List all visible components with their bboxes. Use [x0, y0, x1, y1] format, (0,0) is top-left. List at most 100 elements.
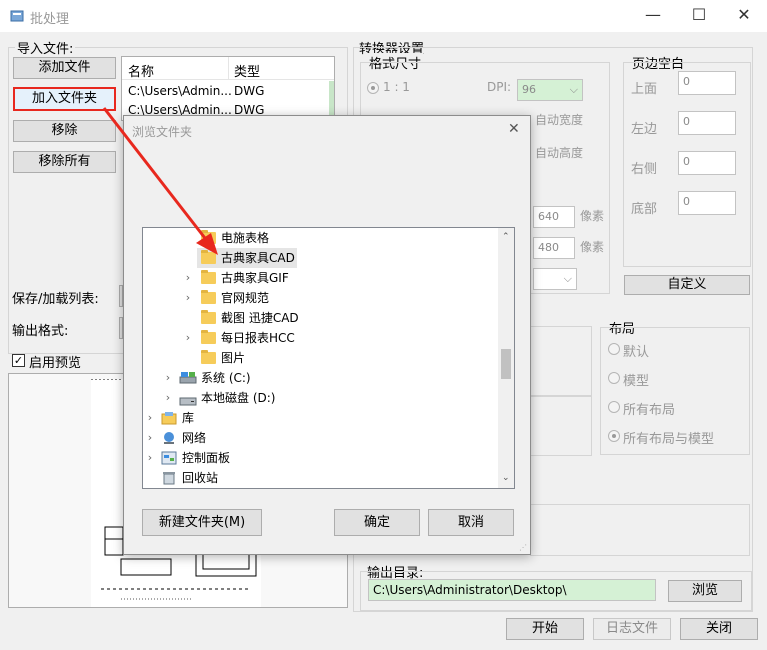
folder-tree[interactable]: 电施表格 古典家具CAD › 古典家具GIF › 官网规范 截图 迅捷CAD ›…: [142, 227, 515, 489]
chevron-right-icon[interactable]: ›: [163, 388, 173, 408]
folder-icon: [201, 250, 216, 264]
tree-item[interactable]: › 系统 (C:): [143, 368, 499, 388]
column-header-name[interactable]: 名称: [128, 61, 154, 80]
margin-right-label: 右侧: [631, 162, 658, 177]
start-button[interactable]: 开始: [506, 618, 584, 640]
remove-all-button[interactable]: 移除所有: [13, 151, 116, 173]
chevron-up-icon[interactable]: ⌃: [502, 232, 510, 242]
folder-icon: [201, 270, 216, 284]
auto-width-label: 自动宽度: [535, 113, 584, 127]
add-file-button[interactable]: 添加文件: [13, 57, 116, 79]
chevron-right-icon[interactable]: ›: [183, 328, 193, 348]
tree-item[interactable]: 回收站: [143, 468, 499, 488]
folder-icon: [201, 290, 216, 304]
chevron-down-icon: ⌵: [563, 272, 572, 285]
layout-model-radio[interactable]: [608, 372, 620, 384]
layout-default-label: 默认: [623, 345, 650, 360]
close-button[interactable]: ✕: [721, 0, 767, 32]
tree-item[interactable]: › 古典家具GIF: [143, 268, 499, 288]
dialog-close-icon[interactable]: ✕: [508, 121, 520, 137]
dpi-value: 96: [522, 83, 536, 96]
chevron-right-icon[interactable]: ›: [183, 268, 193, 288]
height-input[interactable]: 480: [533, 237, 575, 259]
ok-button[interactable]: 确定: [334, 509, 420, 536]
chevron-right-icon[interactable]: ›: [163, 368, 173, 388]
folder-icon: [201, 350, 216, 364]
minimize-button[interactable]: —: [630, 0, 676, 32]
layout-model-label: 模型: [623, 374, 650, 389]
import-group-label: 导入文件:: [15, 38, 76, 57]
file-name-cell: C:\Users\Admin...: [128, 84, 232, 98]
file-type-cell: DWG: [234, 84, 265, 98]
tree-item-label: 古典家具CAD: [221, 251, 295, 265]
tree-item-label: 官网规范: [221, 291, 270, 305]
tree-item[interactable]: › 库: [143, 408, 499, 428]
scrollbar-thumb[interactable]: [501, 349, 511, 379]
color-frame: [530, 326, 592, 396]
maximize-button[interactable]: ☐: [676, 0, 722, 32]
tree-item[interactable]: 图片: [143, 348, 499, 368]
tree-item[interactable]: › 网络: [143, 428, 499, 448]
resize-grip-icon[interactable]: ⋰: [519, 544, 528, 553]
column-header-type[interactable]: 类型: [234, 61, 260, 80]
margin-left-input[interactable]: 0: [678, 111, 736, 135]
remove-button[interactable]: 移除: [13, 120, 116, 142]
custom-button[interactable]: 自定义: [624, 275, 750, 295]
extra-frame: [530, 504, 750, 556]
dpi-select[interactable]: 96 ⌵: [517, 79, 583, 101]
ratio-radio[interactable]: [367, 82, 379, 94]
tree-item-selected[interactable]: 古典家具CAD: [197, 248, 297, 268]
file-list-header: 名称 类型: [122, 57, 334, 80]
chevron-down-icon[interactable]: ⌄: [502, 473, 510, 483]
unit-select[interactable]: ⌵: [533, 268, 577, 290]
layout-default-radio[interactable]: [608, 343, 620, 355]
dialog-title: 浏览文件夹: [132, 125, 193, 139]
chevron-right-icon[interactable]: ›: [145, 408, 155, 428]
window-title: 批处理: [30, 12, 70, 27]
margin-right-input[interactable]: 0: [678, 151, 736, 175]
pixel-unit-label: 像素: [580, 209, 605, 223]
tree-item[interactable]: › 每日报表HCC: [143, 328, 499, 348]
title-bar: 批处理 — ☐ ✕: [0, 0, 767, 32]
preview-checkbox[interactable]: ✓: [12, 354, 25, 367]
tree-item[interactable]: 电施表格: [143, 228, 499, 248]
close-window-button[interactable]: 关闭: [680, 618, 758, 640]
tree-item-label: 系统 (C:): [201, 371, 251, 385]
log-file-button[interactable]: 日志文件: [593, 618, 671, 640]
table-row[interactable]: C:\Users\Admin... DWG: [122, 82, 334, 101]
margin-bottom-label: 底部: [631, 202, 658, 217]
layout-all-layouts-label: 所有布局: [623, 403, 676, 418]
margin-top-input[interactable]: 0: [678, 71, 736, 95]
cancel-button[interactable]: 取消: [428, 509, 514, 536]
tree-item[interactable]: 截图 迅捷CAD: [143, 308, 499, 328]
chevron-right-icon[interactable]: ›: [145, 448, 155, 468]
recycle-bin-icon: [161, 471, 177, 488]
browse-button[interactable]: 浏览: [668, 580, 742, 602]
tree-scrollbar[interactable]: ⌃ ⌄: [498, 228, 514, 488]
margin-top-label: 上面: [631, 82, 658, 97]
folder-icon: [201, 230, 216, 244]
tree-item[interactable]: › 本地磁盘 (D:): [143, 388, 499, 408]
margin-left-label: 左边: [631, 122, 658, 137]
chevron-right-icon[interactable]: ›: [145, 428, 155, 448]
tree-item-label: 控制面板: [182, 451, 231, 465]
dpi-label: DPI:: [487, 80, 512, 94]
chevron-right-icon[interactable]: ›: [183, 288, 193, 308]
width-input[interactable]: 640: [533, 206, 575, 228]
new-folder-button[interactable]: 新建文件夹(M): [142, 509, 262, 536]
add-folder-button[interactable]: 加入文件夹: [13, 87, 116, 111]
file-list[interactable]: 名称 类型 C:\Users\Admin... DWG C:\Users\Adm…: [121, 56, 335, 121]
layout-all-and-model-label: 所有布局与模型: [623, 432, 715, 447]
output-dir-input[interactable]: C:\Users\Administrator\Desktop\: [368, 579, 656, 601]
tree-item[interactable]: › 控制面板: [143, 448, 499, 468]
folder-icon: [201, 330, 216, 344]
tree-item[interactable]: › 官网规范: [143, 288, 499, 308]
tree-item-label: 每日报表HCC: [221, 331, 295, 345]
options-frame: [530, 396, 592, 456]
layout-all-and-model-radio[interactable]: [608, 430, 620, 442]
layout-all-layouts-radio[interactable]: [608, 401, 620, 413]
save-load-list-label: 保存/加载列表:: [12, 292, 99, 307]
margin-bottom-input[interactable]: 0: [678, 191, 736, 215]
auto-height-label: 自动高度: [535, 146, 584, 160]
tree-item-label: 电施表格: [221, 231, 270, 245]
